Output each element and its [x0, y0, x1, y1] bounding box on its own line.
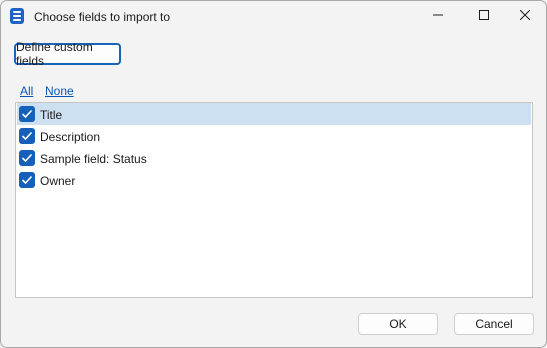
field-checkbox[interactable]: [19, 172, 35, 188]
define-custom-fields-button[interactable]: Define custom fields: [14, 40, 121, 68]
list-item[interactable]: Owner: [17, 169, 531, 191]
ok-button[interactable]: OK: [358, 313, 438, 335]
close-button[interactable]: [502, 1, 546, 31]
checkmark-icon: [21, 153, 33, 163]
field-checkbox[interactable]: [19, 150, 35, 166]
minimize-icon: [433, 9, 443, 23]
fields-list[interactable]: Title Description Sample field: Status O…: [15, 102, 533, 298]
field-checkbox[interactable]: [19, 128, 35, 144]
field-checkbox[interactable]: [19, 106, 35, 122]
select-none-link[interactable]: None: [45, 84, 74, 98]
checkmark-icon: [21, 175, 33, 185]
checkmark-icon: [21, 131, 33, 141]
database-icon: [10, 8, 24, 24]
window-title: Choose fields to import to: [34, 10, 171, 24]
field-label: Owner: [40, 174, 76, 188]
maximize-icon: [479, 9, 489, 23]
field-label: Title: [40, 108, 63, 122]
dialog-window: Choose fields to import to Define custom…: [0, 0, 547, 348]
list-item[interactable]: Sample field: Status: [17, 147, 531, 169]
checkmark-icon: [21, 109, 33, 119]
field-label: Sample field: Status: [40, 152, 147, 166]
close-icon: [519, 9, 531, 23]
field-label: Description: [40, 130, 101, 144]
list-item[interactable]: Title: [17, 103, 531, 125]
maximize-button[interactable]: [461, 1, 507, 31]
select-all-link[interactable]: All: [20, 84, 33, 98]
title-bar: Choose fields to import to: [1, 1, 546, 31]
cancel-button[interactable]: Cancel: [454, 313, 534, 335]
minimize-button[interactable]: [415, 1, 461, 31]
list-item[interactable]: Description: [17, 125, 531, 147]
